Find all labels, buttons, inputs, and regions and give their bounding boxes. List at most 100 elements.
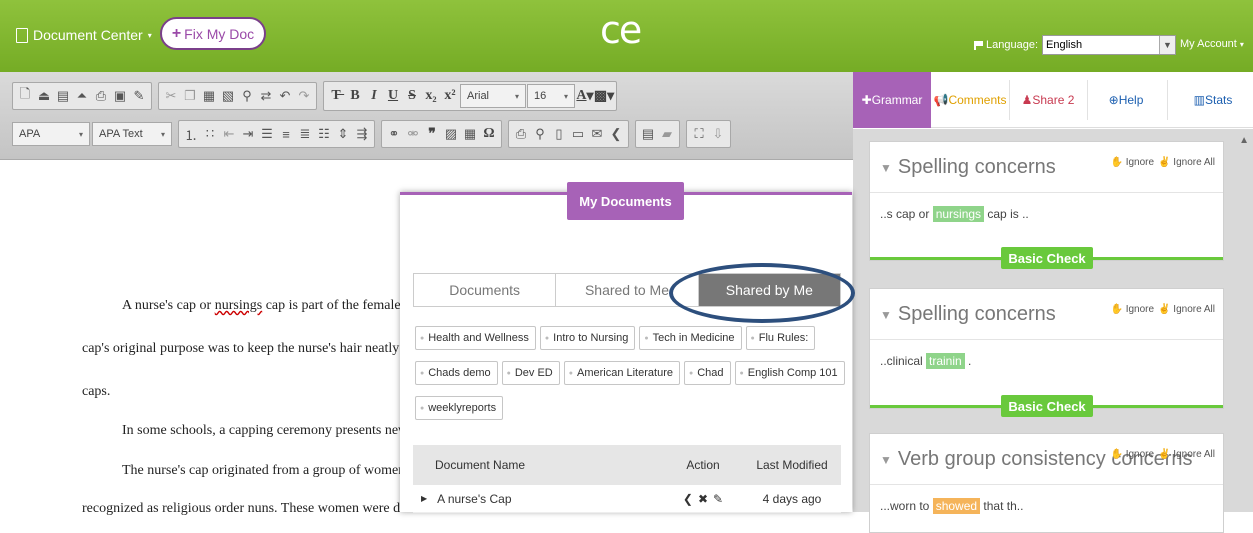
table-icon[interactable]: ▦: [461, 123, 479, 145]
folder-tag[interactable]: ● English Comp 101: [734, 361, 845, 385]
superscript-icon[interactable]: x²: [441, 85, 459, 107]
folder-tag[interactable]: ● Chads demo: [415, 361, 498, 385]
tab-shared-to-me[interactable]: Shared to Me: [556, 274, 699, 306]
justify-icon[interactable]: ☷: [315, 123, 333, 145]
template-icon[interactable]: ▤: [54, 85, 72, 107]
indent-icon[interactable]: ⇥: [239, 123, 257, 145]
language-select[interactable]: English ▼: [1042, 35, 1176, 55]
document-center-menu[interactable]: Document Center ▾: [16, 27, 152, 43]
save-icon[interactable]: ▣: [111, 85, 129, 107]
blockquote-icon[interactable]: ❞: [423, 123, 441, 145]
background-color-icon[interactable]: ▩▾: [594, 85, 614, 107]
page-icon[interactable]: ▯: [550, 123, 568, 145]
tab-grammar[interactable]: ✚ Grammar: [853, 72, 931, 128]
document-name[interactable]: A nurse's Cap: [437, 492, 511, 506]
paste-icon[interactable]: ▦: [200, 85, 218, 107]
highlighted-word[interactable]: trainin: [926, 353, 965, 369]
redo-icon[interactable]: ↷: [295, 85, 313, 107]
folder-tag[interactable]: ● Health and Wellness: [415, 326, 536, 350]
source-icon[interactable]: ⇩: [709, 123, 727, 145]
tab-help[interactable]: ⊕ Help: [1091, 72, 1161, 128]
edit-icon[interactable]: ✎: [713, 492, 723, 506]
link-icon[interactable]: ⚭: [385, 123, 403, 145]
page-break-icon[interactable]: ▭: [569, 123, 587, 145]
align-center-icon[interactable]: ≡: [277, 123, 295, 145]
unlink-icon[interactable]: ⚮: [404, 123, 422, 145]
font-family-select[interactable]: Arial ▾: [460, 84, 526, 108]
copy-icon[interactable]: ❐: [181, 85, 199, 107]
outdent-icon[interactable]: ⇤: [220, 123, 238, 145]
bullet-list-icon[interactable]: ∷: [201, 123, 219, 145]
folder-tag[interactable]: ● Intro to Nursing: [539, 326, 636, 350]
ignore-button[interactable]: ✋ Ignore: [1110, 304, 1154, 315]
block-indent-icon[interactable]: ⇶: [353, 123, 371, 145]
folder-tag[interactable]: ● Flu Rules:: [745, 326, 816, 350]
highlighted-word[interactable]: nursings: [932, 206, 985, 222]
clear-format-icon[interactable]: T̶: [327, 85, 345, 107]
comment-icon[interactable]: ▤: [639, 123, 657, 145]
misspelled-word[interactable]: nursings: [215, 298, 262, 313]
column-header-name[interactable]: Document Name: [413, 458, 663, 472]
print-preview-icon[interactable]: ⎙: [512, 123, 530, 145]
bold-icon[interactable]: B: [346, 85, 364, 107]
open-folder-icon[interactable]: ⏏: [35, 85, 53, 107]
fullscreen-icon[interactable]: ⛶: [690, 123, 708, 145]
issues-list[interactable]: ▲ ▼ Spelling concerns ✋ Ignore ✌ Ignore …: [853, 129, 1253, 533]
undo-icon[interactable]: ↶: [276, 85, 294, 107]
folder-tag[interactable]: ● American Literature: [563, 361, 680, 385]
tab-comments[interactable]: 📢 Comments: [931, 72, 1009, 128]
email-icon[interactable]: ✉: [588, 123, 606, 145]
folder-tag[interactable]: ● Chad: [683, 361, 731, 385]
ignore-button[interactable]: ✋ Ignore: [1110, 449, 1154, 460]
folder-tag[interactable]: ● weeklyreports: [415, 396, 504, 420]
cut-icon[interactable]: ✂: [162, 85, 180, 107]
numbered-list-icon[interactable]: ⒈: [182, 123, 200, 145]
paragraph-style-select[interactable]: APA Text ▾: [92, 122, 172, 146]
tab-stats[interactable]: ▥ Stats: [1173, 72, 1253, 128]
scroll-up-icon[interactable]: ▲: [1239, 135, 1249, 146]
basic-check-button[interactable]: Basic Check: [1001, 247, 1093, 269]
upload-icon[interactable]: ⏶: [73, 85, 91, 107]
tab-share[interactable]: ♟ Share 2: [1009, 72, 1087, 128]
comment-flag-icon[interactable]: ▰: [658, 123, 676, 145]
folder-tag[interactable]: ● Dev ED: [501, 361, 560, 385]
align-left-icon[interactable]: ☰: [258, 123, 276, 145]
ignore-all-button[interactable]: ✌ Ignore All: [1158, 304, 1215, 315]
issue-title[interactable]: ▼ Spelling concerns: [880, 303, 1056, 326]
align-right-icon[interactable]: ≣: [296, 123, 314, 145]
share-icon[interactable]: ❮: [607, 123, 625, 145]
tab-shared-by-me[interactable]: Shared by Me: [698, 274, 840, 306]
basic-check-button[interactable]: Basic Check: [1001, 395, 1093, 417]
fix-my-doc-button[interactable]: + Fix My Doc: [160, 17, 266, 50]
italic-icon[interactable]: I: [365, 85, 383, 107]
underline-icon[interactable]: U: [384, 85, 402, 107]
ignore-all-button[interactable]: ✌ Ignore All: [1158, 449, 1215, 460]
print-icon[interactable]: ⎙: [92, 85, 110, 107]
share-icon[interactable]: ❮: [683, 492, 693, 506]
ignore-all-button[interactable]: ✌ Ignore All: [1158, 157, 1215, 168]
text-color-icon[interactable]: A ▾: [576, 85, 594, 107]
table-row[interactable]: ▶ A nurse's Cap ❮ ✖ ✎ 4 days ago: [413, 485, 841, 513]
paste-text-icon[interactable]: ▧: [219, 85, 237, 107]
citation-style-select[interactable]: APA ▾: [12, 122, 90, 146]
tab-documents[interactable]: Documents: [414, 274, 557, 306]
language-label: Language:: [986, 39, 1038, 51]
find-icon[interactable]: ⚲: [238, 85, 256, 107]
new-document-icon[interactable]: 🗋: [16, 85, 34, 107]
special-character-icon[interactable]: Ω: [480, 123, 498, 145]
replace-icon[interactable]: ⇄: [257, 85, 275, 107]
issue-title[interactable]: ▼ Spelling concerns: [880, 156, 1056, 179]
line-height-icon[interactable]: ⇕: [334, 123, 352, 145]
delete-icon[interactable]: ✖: [698, 492, 708, 506]
image-icon[interactable]: ▨: [442, 123, 460, 145]
font-size-select[interactable]: 16 ▾: [527, 84, 575, 108]
folder-tag[interactable]: ● Tech in Medicine: [639, 326, 742, 350]
strikethrough-icon[interactable]: S: [403, 85, 421, 107]
expand-triangle-icon[interactable]: ▶: [421, 494, 427, 503]
subscript-icon[interactable]: x₂: [422, 85, 440, 107]
edit-icon[interactable]: ✎: [130, 85, 148, 107]
my-account-menu[interactable]: My Account ▾: [1180, 38, 1244, 50]
preview-icon[interactable]: ⚲: [531, 123, 549, 145]
column-header-modified[interactable]: Last Modified: [743, 458, 841, 472]
ignore-button[interactable]: ✋ Ignore: [1110, 157, 1154, 168]
